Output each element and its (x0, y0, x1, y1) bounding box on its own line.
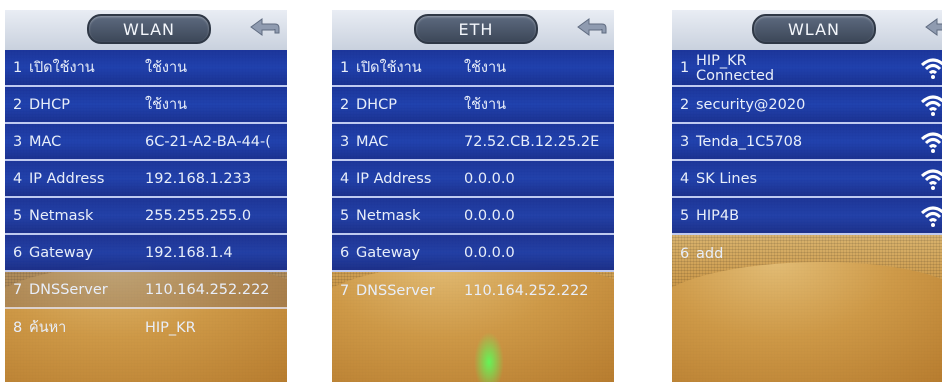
led-glow (474, 332, 504, 382)
add-network-item[interactable]: 6 add (672, 235, 942, 272)
wifi-signal-icon (920, 95, 942, 116)
header-bar: WLAN (672, 10, 942, 50)
eth-settings-screen: ETH 1 เปิดใช้งาน ใช้งาน 2 DHCP ใช้งาน 3 … (332, 10, 614, 382)
screen-title: WLAN (87, 14, 211, 44)
list-item-enable[interactable]: 1 เปิดใช้งาน ใช้งาน (5, 50, 287, 87)
network-item-sk-lines[interactable]: 4 SK Lines (672, 161, 942, 198)
header-bar: ETH (332, 10, 614, 50)
list-item-netmask[interactable]: 5 Netmask 0.0.0.0 (332, 198, 614, 235)
network-item-hip-kr[interactable]: 1 HIP_KR Connected (672, 50, 942, 87)
list-item-gateway[interactable]: 6 Gateway 0.0.0.0 (332, 235, 614, 272)
wlan-settings-screen: WLAN 1 เปิดใช้งาน ใช้งาน 2 DHCP ใช้งาน 3… (5, 10, 287, 382)
list-item-dns-server[interactable]: 7 DNSServer 110.164.252.222 (5, 272, 287, 309)
screen-title: WLAN (752, 14, 876, 44)
list-item-search[interactable]: 8 ค้นหา HIP_KR (5, 309, 287, 346)
list-item-gateway[interactable]: 6 Gateway 192.168.1.4 (5, 235, 287, 272)
wifi-signal-icon (920, 206, 942, 227)
list-item-dhcp[interactable]: 2 DHCP ใช้งาน (5, 87, 287, 124)
settings-list: 1 เปิดใช้งาน ใช้งาน 2 DHCP ใช้งาน 3 MAC … (332, 50, 614, 309)
wlan-network-list-screen: WLAN 1 HIP_KR Connected 2 security@2020 (672, 10, 942, 382)
wifi-signal-icon (920, 169, 942, 190)
wifi-signal-icon (920, 58, 942, 79)
back-arrow-icon[interactable] (576, 16, 608, 38)
settings-list: 1 เปิดใช้งาน ใช้งาน 2 DHCP ใช้งาน 3 MAC … (5, 50, 287, 346)
network-item-security-2020[interactable]: 2 security@2020 (672, 87, 942, 124)
list-item-dns-server[interactable]: 7 DNSServer 110.164.252.222 (332, 272, 614, 309)
list-item-netmask[interactable]: 5 Netmask 255.255.255.0 (5, 198, 287, 235)
network-item-tenda[interactable]: 3 Tenda_1C5708 (672, 124, 942, 161)
wifi-signal-icon (920, 132, 942, 153)
network-item-hip4b[interactable]: 5 HIP4B (672, 198, 942, 235)
header-bar: WLAN (5, 10, 287, 50)
desert-background (672, 262, 942, 382)
list-item-enable[interactable]: 1 เปิดใช้งาน ใช้งาน (332, 50, 614, 87)
back-arrow-icon[interactable] (924, 16, 942, 38)
list-item-dhcp[interactable]: 2 DHCP ใช้งาน (332, 87, 614, 124)
list-item-mac[interactable]: 3 MAC 6C-21-A2-BA-44-( (5, 124, 287, 161)
back-arrow-icon[interactable] (249, 16, 281, 38)
list-item-ip-address[interactable]: 4 IP Address 192.168.1.233 (5, 161, 287, 198)
list-item-ip-address[interactable]: 4 IP Address 0.0.0.0 (332, 161, 614, 198)
network-list: 1 HIP_KR Connected 2 security@2020 3 Ten… (672, 50, 942, 272)
screen-title: ETH (414, 14, 538, 44)
list-item-mac[interactable]: 3 MAC 72.52.CB.12.25.2E (332, 124, 614, 161)
